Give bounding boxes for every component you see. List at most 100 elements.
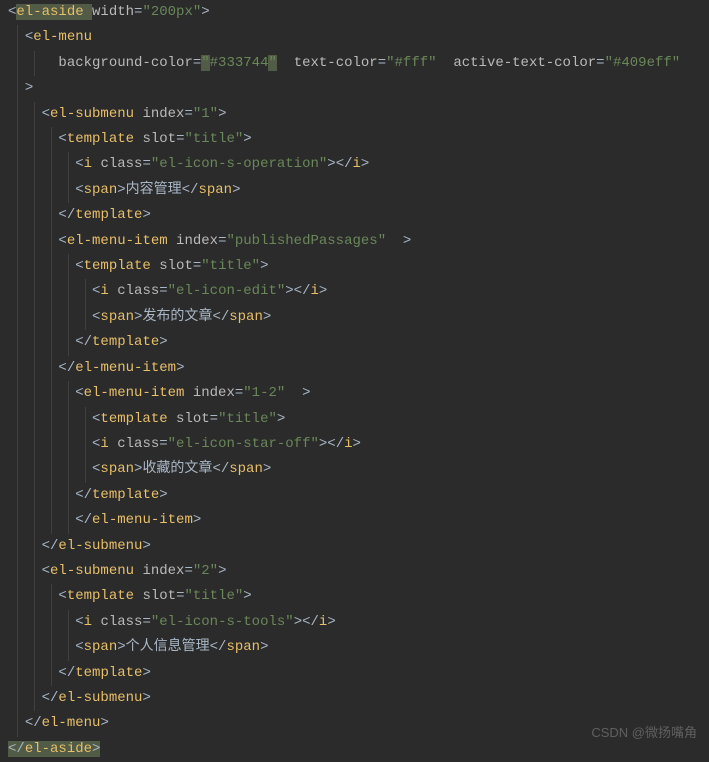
code-token-punct: = — [159, 283, 167, 299]
code-token-punct: </ — [8, 741, 25, 757]
code-line[interactable]: <template slot="title"> — [8, 584, 701, 609]
code-token-tag: i — [353, 156, 361, 172]
indent-guide — [17, 432, 18, 457]
indent-guide — [34, 534, 35, 559]
code-token-tag: template — [84, 258, 160, 274]
code-token-punct: = — [193, 55, 201, 71]
indent-guide — [17, 203, 18, 228]
indent-guide — [17, 584, 18, 609]
indent-guide — [85, 457, 86, 482]
indent-guide — [17, 356, 18, 381]
code-token-tag: template — [92, 334, 159, 350]
indent-guide — [17, 711, 18, 736]
code-token-punct: = — [142, 614, 150, 630]
code-line[interactable]: <template slot="title"> — [8, 127, 701, 152]
code-line[interactable]: <el-menu — [8, 25, 701, 50]
code-token-tag: i — [100, 436, 117, 452]
code-editor[interactable]: <el-aside width="200px"> <el-menu backgr… — [0, 0, 709, 762]
code-token-punct: < — [25, 29, 33, 45]
code-token-punct: < — [75, 639, 83, 655]
indent-guide — [34, 229, 35, 254]
indent-guide — [34, 407, 35, 432]
code-line[interactable]: </el-submenu> — [8, 686, 701, 711]
code-line[interactable]: </el-menu-item> — [8, 508, 701, 533]
code-token-punct: > — [260, 639, 268, 655]
code-line[interactable]: </template> — [8, 483, 701, 508]
code-token-attr: class — [100, 614, 142, 630]
code-token-punct: = — [193, 258, 201, 274]
code-line[interactable]: <el-submenu index="1"> — [8, 102, 701, 127]
code-line[interactable]: <i class="el-icon-edit"></i> — [8, 279, 701, 304]
code-token-tag: el-submenu — [58, 690, 142, 706]
indent-guide — [68, 178, 69, 203]
code-token-tag: span — [226, 639, 260, 655]
indent-guide — [68, 407, 69, 432]
code-token-punct: </ — [75, 334, 92, 350]
code-token-punct: = — [235, 385, 243, 401]
code-line[interactable]: <span>个人信息管理</span> — [8, 635, 701, 660]
code-token-punct: < — [58, 233, 66, 249]
code-line[interactable]: background-color="#333744" text-color="#… — [8, 51, 701, 76]
indent-guide — [34, 127, 35, 152]
indent-guide — [51, 407, 52, 432]
indent-guide — [68, 610, 69, 635]
code-token-punct: </ — [212, 309, 229, 325]
code-token-tag: template — [67, 131, 143, 147]
code-token-tag: el-submenu — [50, 563, 142, 579]
indent-guide — [17, 279, 18, 304]
code-token-punct: > — [142, 690, 150, 706]
code-line[interactable]: </el-submenu> — [8, 534, 701, 559]
code-token-str: "#fff" — [386, 55, 436, 71]
indent-guide — [34, 508, 35, 533]
code-line[interactable]: <el-submenu index="2"> — [8, 559, 701, 584]
code-line[interactable]: <el-aside width="200px"> — [8, 0, 701, 25]
code-line[interactable]: <i class="el-icon-s-operation"></i> — [8, 152, 701, 177]
code-token-tag: span — [100, 309, 134, 325]
code-token-punct: > — [117, 182, 125, 198]
indent-guide — [17, 152, 18, 177]
indent-guide — [34, 356, 35, 381]
code-token-punct: > — [263, 309, 271, 325]
indent-guide — [34, 381, 35, 406]
indent-guide — [68, 432, 69, 457]
code-line[interactable]: <el-menu-item index="publishedPassages" … — [8, 229, 701, 254]
indent-guide — [34, 610, 35, 635]
code-line[interactable]: > — [8, 76, 701, 101]
code-token-punct: < — [75, 614, 83, 630]
code-line[interactable]: <template slot="title"> — [8, 254, 701, 279]
code-token-str: "el-icon-s-tools" — [151, 614, 294, 630]
code-token-punct: = — [159, 436, 167, 452]
indent-guide — [51, 203, 52, 228]
code-line[interactable]: <span>内容管理</span> — [8, 178, 701, 203]
code-line[interactable]: <el-menu-item index="1-2" > — [8, 381, 701, 406]
code-line[interactable]: <span>收藏的文章</span> — [8, 457, 701, 482]
code-token-punct: </ — [212, 461, 229, 477]
code-token-str: "title" — [184, 131, 243, 147]
code-line[interactable]: <i class="el-icon-s-tools"></i> — [8, 610, 701, 635]
code-token-str: " — [268, 55, 276, 71]
code-token-attr: slot — [159, 258, 193, 274]
indent-guide — [85, 305, 86, 330]
code-token-punct: ></ — [285, 283, 310, 299]
code-line[interactable]: </template> — [8, 661, 701, 686]
code-line[interactable]: <i class="el-icon-star-off"></i> — [8, 432, 701, 457]
code-token-punct: > — [176, 360, 184, 376]
code-token-punct: ></ — [319, 436, 344, 452]
code-line[interactable]: </template> — [8, 203, 701, 228]
code-line[interactable]: </template> — [8, 330, 701, 355]
indent-guide — [17, 483, 18, 508]
code-token-punct: = — [596, 55, 604, 71]
indent-guide — [68, 279, 69, 304]
code-token-tag: span — [229, 309, 263, 325]
indent-guide — [17, 635, 18, 660]
code-token-punct: < — [75, 258, 83, 274]
indent-guide — [68, 152, 69, 177]
indent-guide — [17, 102, 18, 127]
code-line[interactable]: <span>发布的文章</span> — [8, 305, 701, 330]
indent — [8, 106, 42, 122]
code-token-str: "#409eff" — [605, 55, 681, 71]
code-line[interactable]: </el-menu-item> — [8, 356, 701, 381]
code-line[interactable]: <template slot="title"> — [8, 407, 701, 432]
code-token-tag: i — [311, 283, 319, 299]
code-token-text: 发布的文章 — [142, 309, 212, 325]
